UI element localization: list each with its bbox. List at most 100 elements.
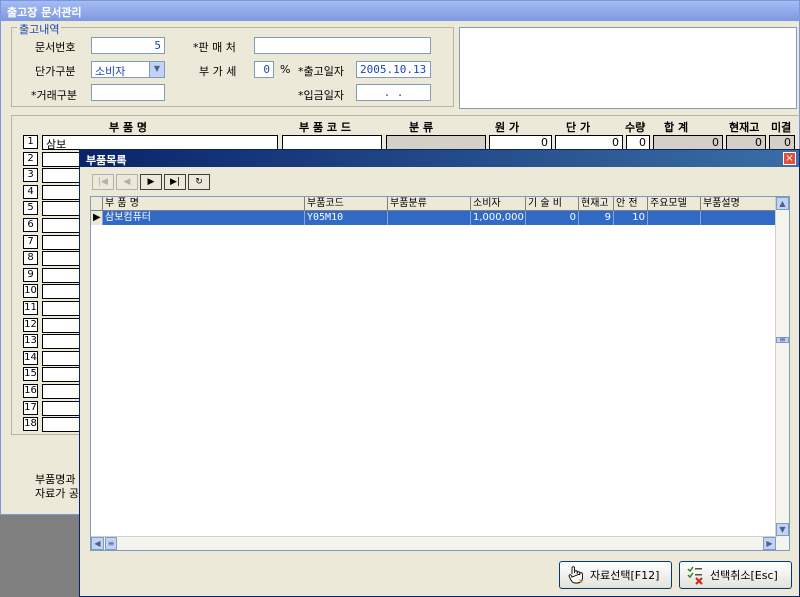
row-name-cell[interactable] (42, 384, 82, 399)
scroll-left-icon[interactable]: ◀ (91, 537, 104, 550)
price-type-value: 소비자 (95, 65, 126, 78)
price-type-label: 단가구분 (35, 65, 76, 78)
grid-col-safety[interactable]: 안 전 (614, 197, 648, 211)
row-number: 13 (23, 334, 38, 349)
row1-total: 0 (653, 135, 723, 150)
scroll-right-icon[interactable]: ▶ (763, 537, 776, 550)
row-name-cell[interactable] (42, 334, 82, 350)
ship-date-field[interactable]: 2005.10.13 (356, 61, 431, 78)
trade-type-field[interactable] (91, 84, 165, 101)
last-record-icon[interactable]: ▶| (164, 174, 186, 190)
next-record-icon[interactable]: ▶ (140, 174, 162, 190)
row-name-cell[interactable] (42, 168, 82, 184)
row-pointer-icon: ▶ (91, 211, 103, 225)
first-record-icon[interactable]: |◀ (92, 174, 114, 190)
row-name-cell[interactable] (42, 201, 82, 217)
row-name-cell[interactable] (42, 184, 82, 200)
row1-stock: 0 (726, 135, 766, 150)
row-code: Y05M10 (305, 211, 388, 225)
row-number: 3 (23, 168, 38, 183)
col-header-code: 부 품 코 드 (299, 121, 351, 134)
close-icon[interactable]: × (783, 152, 796, 165)
row-name-cell[interactable] (42, 317, 82, 333)
row-name-cell[interactable] (42, 151, 82, 167)
seller-field[interactable] (254, 37, 431, 54)
row1-code[interactable] (282, 135, 382, 150)
grid-col-code[interactable]: 부품코드 (305, 197, 388, 211)
price-type-select[interactable]: 소비자 ▼ (91, 61, 165, 78)
row-number: 4 (23, 184, 38, 199)
row-number: 15 (23, 367, 38, 382)
horizontal-scrollbar[interactable]: ◀ ≡ ▶ (91, 536, 777, 550)
row1-price[interactable]: 0 (555, 135, 623, 150)
scroll-up-icon[interactable]: ▲ (776, 197, 789, 210)
vat-field[interactable]: 0 (254, 61, 274, 78)
hscroll-thumb[interactable]: ≡ (105, 537, 117, 550)
row-stock: 9 (579, 211, 614, 225)
col-header-name: 부 품 명 (109, 121, 148, 134)
row-desc (701, 211, 777, 225)
row-name-cell[interactable] (42, 218, 82, 233)
row1-cost[interactable]: 0 (489, 135, 552, 150)
row-number: 16 (23, 384, 38, 398)
vat-label: 부 가 세 (199, 65, 237, 78)
ship-date-label: *출고일자 (298, 65, 344, 78)
col-header-pending: 미결 (771, 121, 792, 134)
memo-area[interactable] (459, 27, 797, 109)
row-name-cell[interactable] (42, 367, 82, 383)
row-name-cell[interactable] (42, 267, 82, 283)
table-row[interactable]: ▶ 삼보컴퓨터 Y05M10 1,000,000 0 9 10 (91, 211, 777, 225)
row-tech: 0 (526, 211, 579, 225)
hand-pointer-icon (568, 566, 583, 584)
prev-record-icon[interactable]: ◀ (116, 174, 138, 190)
grid-col-desc[interactable]: 부품설명 (701, 197, 777, 211)
chevron-down-icon[interactable]: ▼ (149, 62, 164, 77)
row-number: 1 (23, 135, 38, 149)
cancel-selection-button[interactable]: 선택취소[Esc] (679, 561, 792, 589)
vertical-scrollbar[interactable]: ▲ ≡ ▼ (775, 197, 789, 550)
select-data-button[interactable]: 자료선택[F12] (559, 561, 672, 589)
row1-category (386, 135, 486, 150)
row-number: 14 (23, 350, 38, 365)
row-category (388, 211, 471, 225)
deposit-date-label: *입금일자 (298, 89, 344, 102)
refresh-icon[interactable]: ↻ (188, 174, 210, 190)
col-header-total: 합 계 (664, 121, 689, 134)
grid-col-category[interactable]: 부품분류 (388, 197, 471, 211)
row-name-cell[interactable] (42, 417, 82, 433)
doc-no-label: 문서번호 (35, 41, 76, 54)
row-name-cell[interactable] (42, 400, 82, 416)
col-header-stock: 현재고 (729, 121, 760, 134)
row-number: 7 (23, 234, 38, 249)
row1-qty[interactable]: 0 (626, 135, 650, 150)
row-name-cell[interactable] (42, 234, 82, 250)
scroll-down-icon[interactable]: ▼ (776, 523, 789, 536)
row-name-cell[interactable] (42, 284, 82, 300)
row-number: 11 (23, 301, 38, 315)
col-header-cost: 원 가 (495, 121, 520, 134)
record-navigator: |◀ ◀ ▶ ▶| ↻ (92, 174, 210, 192)
doc-no-field[interactable]: 5 (91, 37, 165, 54)
row-number: 8 (23, 251, 38, 266)
row-name-cell[interactable] (42, 350, 82, 366)
deposit-date-field[interactable]: . . (356, 84, 431, 101)
grid-col-model[interactable]: 주요모델 (648, 197, 701, 211)
col-header-category: 분 류 (409, 121, 434, 134)
vat-unit: % (280, 63, 291, 76)
group-label: 출고내역 (17, 21, 62, 37)
trade-type-label: *거래구분 (31, 89, 77, 102)
select-data-label: 자료선택[F12] (590, 569, 660, 582)
grid-col-consumer[interactable]: 소비자 (471, 197, 526, 211)
row-name-cell[interactable] (42, 301, 82, 316)
row1-name[interactable]: 삼보 (42, 135, 278, 151)
scroll-thumb[interactable]: ≡ (776, 336, 789, 344)
grid-col-tech[interactable]: 기 술 비 (526, 197, 579, 211)
row-name: 삼보컴퓨터 (103, 211, 305, 225)
footer-note-2: 자료가 공 (35, 487, 79, 500)
grid-col-stock[interactable]: 현재고 (579, 197, 614, 211)
parts-list-dialog: 부품목록 × |◀ ◀ ▶ ▶| ↻ 부 품 명 부품코드 부품분류 소비자 기… (79, 149, 800, 597)
row-number: 17 (23, 400, 38, 415)
row-name-cell[interactable] (42, 251, 82, 267)
grid-col-name[interactable]: 부 품 명 (103, 197, 305, 211)
row-number: 10 (23, 284, 38, 299)
